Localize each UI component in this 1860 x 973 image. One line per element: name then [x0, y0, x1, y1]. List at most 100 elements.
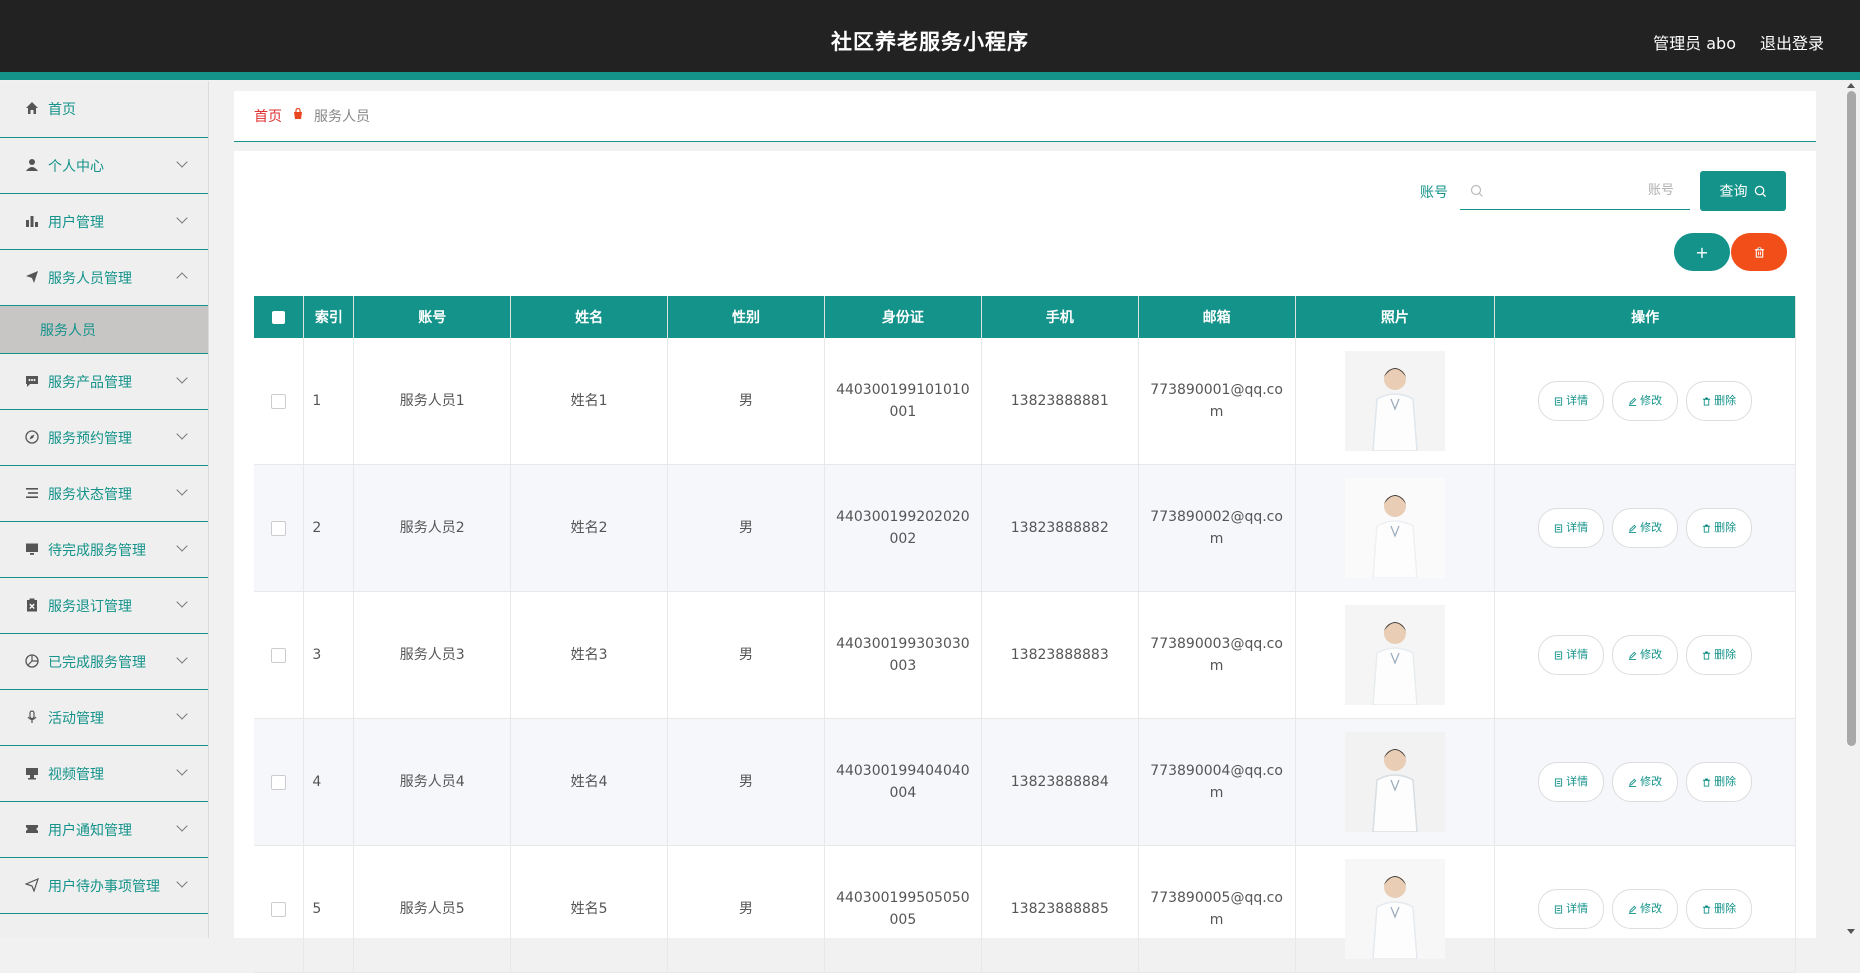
- sidebar-item-completed-service[interactable]: 已完成服务管理: [0, 634, 208, 690]
- sidebar-item-booking-management[interactable]: 服务预约管理: [0, 410, 208, 466]
- row-checkbox[interactable]: [271, 774, 287, 790]
- header-phone: 手机: [981, 296, 1139, 338]
- delete-button[interactable]: 删除: [1686, 508, 1753, 548]
- sidebar-item-label: 个人中心: [48, 158, 104, 175]
- edit-button[interactable]: 修改: [1612, 889, 1679, 929]
- chevron-down-icon: [176, 540, 188, 552]
- cell-photo: [1295, 718, 1496, 846]
- cell-account: 服务人员2: [353, 464, 512, 592]
- sidebar-subitem-staff[interactable]: 服务人员: [0, 306, 208, 354]
- list-icon: [24, 486, 40, 502]
- cell-id-card: 440300199505050005: [824, 845, 982, 973]
- cell-email: 773890002@qq.com: [1138, 464, 1296, 592]
- delete-button[interactable]: 删除: [1686, 381, 1753, 421]
- header-gender: 性别: [667, 296, 825, 338]
- cell-name: 姓名4: [510, 718, 669, 846]
- cell-name: 姓名5: [510, 845, 669, 973]
- scroll-down-arrow-icon[interactable]: [1847, 929, 1855, 934]
- row-checkbox-cell: [254, 338, 305, 465]
- batch-delete-button[interactable]: [1731, 233, 1787, 271]
- document-icon: [1555, 523, 1563, 533]
- cell-gender: 男: [667, 591, 825, 719]
- chevron-down-icon: [176, 156, 188, 168]
- query-button[interactable]: 查询: [1700, 171, 1786, 211]
- table-row: 5 服务人员5 姓名5 男 440300199505050005 13823888885 7…: [254, 845, 1796, 973]
- cell-index: 5: [303, 845, 355, 973]
- cell-id-card: 440300199101010001: [824, 338, 982, 465]
- detail-button[interactable]: 详情: [1538, 762, 1605, 802]
- row-checkbox[interactable]: [271, 520, 287, 536]
- query-button-label: 查询: [1719, 184, 1748, 200]
- row-checkbox-cell: [254, 591, 305, 719]
- edit-label: 修改: [1640, 775, 1663, 788]
- sidebar-item-label: 首页: [48, 102, 76, 118]
- sidebar-item-activity[interactable]: 活动管理: [0, 690, 208, 746]
- detail-button[interactable]: 详情: [1538, 508, 1605, 548]
- sidebar-item-user-management[interactable]: 用户管理: [0, 194, 208, 250]
- detail-button[interactable]: 详情: [1538, 381, 1605, 421]
- sidebar-item-product-management[interactable]: 服务产品管理: [0, 354, 208, 410]
- add-button[interactable]: +: [1674, 233, 1730, 271]
- detail-button[interactable]: 详情: [1538, 635, 1605, 675]
- row-checkbox[interactable]: [271, 901, 287, 917]
- select-all-header: [254, 296, 305, 338]
- sidebar-item-label: 已完成服务管理: [48, 654, 146, 671]
- detail-button[interactable]: 详情: [1538, 889, 1605, 929]
- sidebar-item-personal-center[interactable]: 个人中心: [0, 138, 208, 194]
- edit-button[interactable]: 修改: [1612, 508, 1679, 548]
- cell-id-card: 440300199404040004: [824, 718, 982, 846]
- sidebar-item-video[interactable]: 视频管理: [0, 746, 208, 802]
- row-checkbox[interactable]: [271, 393, 287, 409]
- detail-label: 详情: [1566, 521, 1589, 534]
- delete-label: 删除: [1714, 394, 1737, 407]
- sidebar-item-staff-management[interactable]: 服务人员管理: [0, 250, 208, 306]
- document-icon: [1555, 904, 1563, 914]
- row-checkbox[interactable]: [271, 647, 287, 663]
- logout-button[interactable]: 退出登录: [1760, 30, 1824, 54]
- sidebar-item-notification[interactable]: 用户通知管理: [0, 802, 208, 858]
- edit-label: 修改: [1640, 521, 1663, 534]
- app-title: 社区养老服务小程序: [831, 30, 1029, 54]
- clipboard-x-icon: [24, 598, 40, 614]
- cell-photo: [1295, 338, 1496, 465]
- cell-photo: [1295, 464, 1496, 592]
- cell-email: 773890003@qq.com: [1138, 591, 1296, 719]
- delete-button[interactable]: 删除: [1686, 635, 1753, 675]
- select-all-checkbox[interactable]: [272, 310, 286, 324]
- cell-phone: 13823888885: [981, 845, 1139, 973]
- sidebar-item-label: 服务人员管理: [48, 270, 132, 287]
- page-scrollbar[interactable]: [1842, 81, 1860, 938]
- breadcrumb: 首页 服务人员: [234, 91, 1816, 142]
- sidebar-item-home[interactable]: 首页: [0, 81, 208, 138]
- sidebar-item-status-management[interactable]: 服务状态管理: [0, 466, 208, 522]
- chevron-up-icon: [176, 272, 188, 284]
- breadcrumb-separator-icon: [292, 107, 304, 124]
- staff-photo: [1344, 605, 1445, 705]
- sidebar-item-todo[interactable]: 用户待办事项管理: [0, 858, 208, 914]
- cell-phone: 13823888884: [981, 718, 1139, 846]
- delete-button[interactable]: 删除: [1686, 762, 1753, 802]
- sidebar-item-pending-service[interactable]: 待完成服务管理: [0, 522, 208, 578]
- chevron-down-icon: [176, 484, 188, 496]
- edit-button[interactable]: 修改: [1612, 381, 1679, 421]
- sidebar-item-cancellation[interactable]: 服务退订管理: [0, 578, 208, 634]
- edit-button[interactable]: 修改: [1612, 635, 1679, 675]
- main-panel: 账号 查询 + 索引 账号 姓名 性别 身份证 手机 邮箱: [234, 151, 1816, 973]
- edit-icon: [1629, 905, 1637, 914]
- search-label: 账号: [1420, 185, 1448, 201]
- cell-account: 服务人员1: [353, 338, 512, 465]
- document-icon: [1555, 396, 1563, 406]
- edit-button[interactable]: 修改: [1612, 762, 1679, 802]
- search-input[interactable]: [1492, 181, 1676, 199]
- scroll-thumb[interactable]: [1847, 91, 1856, 746]
- cell-account: 服务人员3: [353, 591, 512, 719]
- sidebar-item-label: 服务产品管理: [48, 374, 132, 391]
- scroll-up-arrow-icon[interactable]: [1847, 83, 1855, 88]
- delete-button[interactable]: 删除: [1686, 889, 1753, 929]
- cell-account: 服务人员4: [353, 718, 512, 846]
- chevron-down-icon: [176, 596, 188, 608]
- chevron-down-icon: [176, 652, 188, 664]
- breadcrumb-home-link[interactable]: 首页: [254, 106, 282, 126]
- compass-icon: [24, 429, 40, 446]
- edit-icon: [1629, 397, 1637, 406]
